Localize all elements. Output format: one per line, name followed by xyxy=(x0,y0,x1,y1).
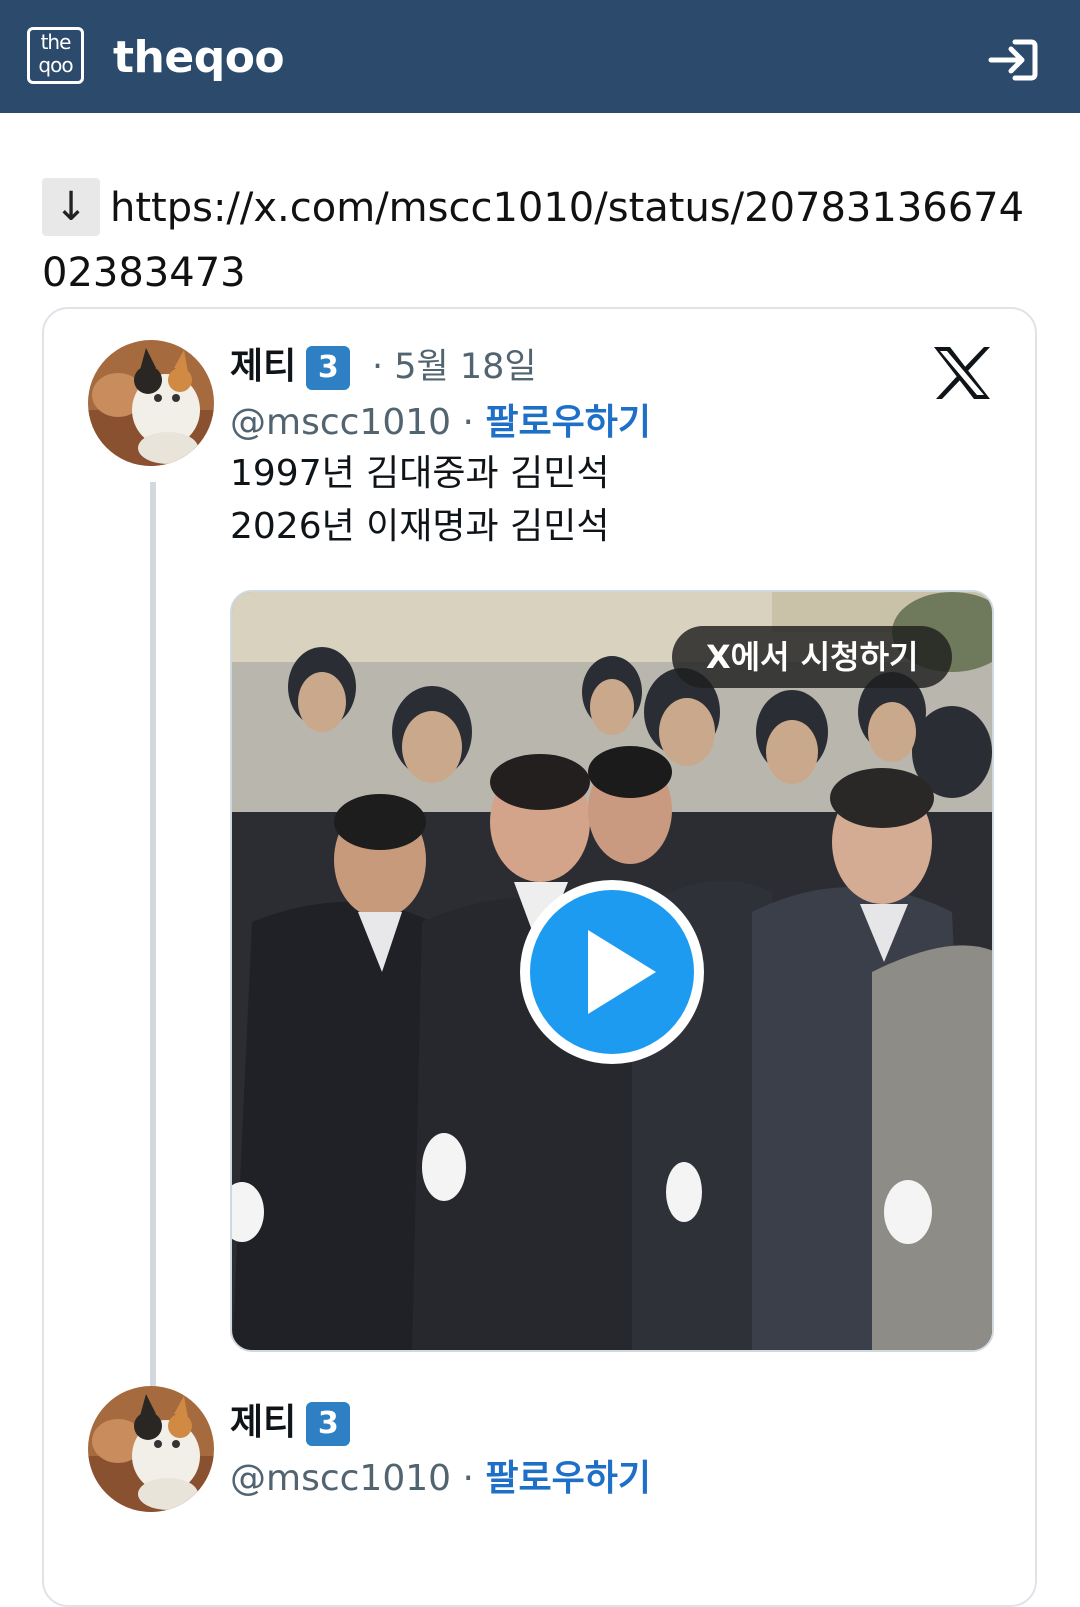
logo-text-bottom: qoo xyxy=(38,53,73,77)
source-link-line: ↓ https://x.com/mscc1010/status/207831366… xyxy=(42,175,1042,305)
source-link[interactable]: https://x.com/mscc1010/status/2078313667… xyxy=(42,185,1024,296)
play-icon[interactable] xyxy=(518,878,706,1066)
theqoo-logo[interactable]: the qoo xyxy=(27,27,84,84)
site-title[interactable]: theqoo xyxy=(113,30,285,86)
author-name-text: 제티 xyxy=(230,346,297,387)
separator-dot: · xyxy=(451,1458,486,1499)
follow-button[interactable]: 팔로우하기 xyxy=(485,402,651,443)
top-bar: the qoo theqoo xyxy=(0,0,1080,113)
reply-author-name[interactable]: 제티 3 xyxy=(230,1401,351,1446)
separator-dot: · xyxy=(451,402,486,443)
avatar[interactable] xyxy=(88,340,214,466)
tweet-author-name[interactable]: 제티 3 xyxy=(230,345,351,390)
avatar[interactable] xyxy=(88,1386,214,1512)
tweet-text-line-2: 2026년 이재명과 김민석 xyxy=(230,506,610,547)
embedded-tweet-card[interactable]: 제티 3 · 5월 18일 @mscc1010 · 팔로우하기 1997년 김대중… xyxy=(42,307,1037,1607)
tweet-text-line-1: 1997년 김대중과 김민석 xyxy=(230,453,610,494)
reply-handle-line: @mscc1010 · 팔로우하기 xyxy=(230,1457,651,1501)
thread-connector-line xyxy=(150,482,156,1502)
author-handle[interactable]: @mscc1010 xyxy=(230,402,451,443)
tweet-handle-line: @mscc1010 · 팔로우하기 xyxy=(230,401,651,445)
down-arrow-icon: ↓ xyxy=(42,178,100,236)
x-logo-icon[interactable] xyxy=(932,345,992,401)
reply-follow-button[interactable]: 팔로우하기 xyxy=(485,1458,651,1499)
tweet-video[interactable]: X에서 시청하기 xyxy=(230,590,994,1352)
watch-on-x-button[interactable]: X에서 시청하기 xyxy=(672,626,953,688)
tweet-text: 1997년 김대중과 김민석 2026년 이재명과 김민석 xyxy=(230,447,930,553)
logo-text-top: the xyxy=(40,30,72,54)
reply-author-name-text: 제티 xyxy=(230,1402,297,1443)
reply-author-handle[interactable]: @mscc1010 xyxy=(230,1458,451,1499)
login-arrow-icon[interactable] xyxy=(985,38,1041,82)
verified-badge: 3 xyxy=(306,1402,351,1446)
verified-badge: 3 xyxy=(306,346,351,390)
tweet-date[interactable]: · 5월 18일 xyxy=(372,345,537,389)
